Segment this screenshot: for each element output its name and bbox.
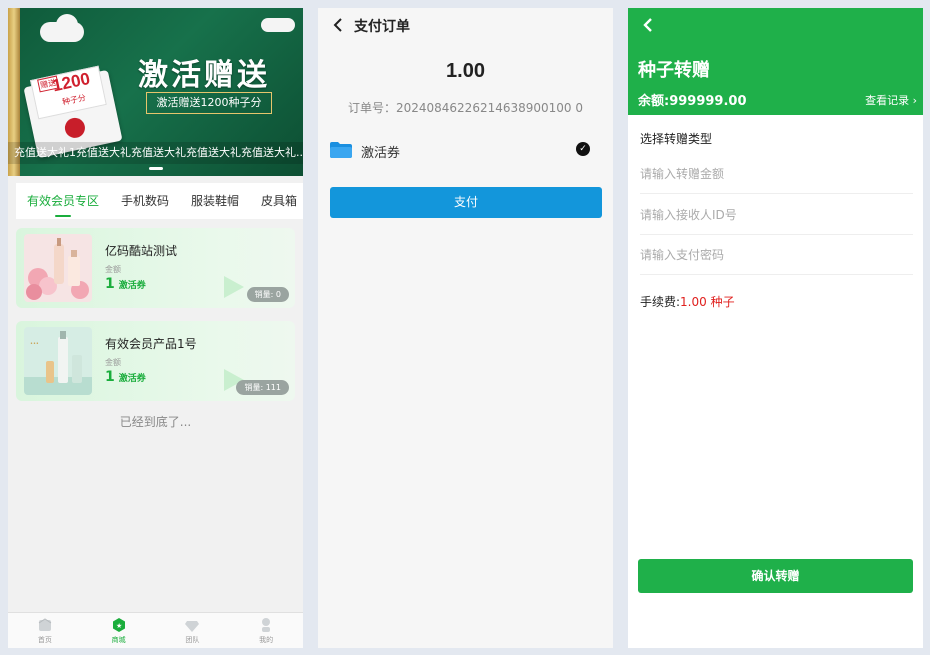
back-arrow-icon[interactable] [640,16,656,34]
balance-text: 余额:999999.00 [638,94,747,109]
order-number: 订单号：20240846226214638900100 0 [347,101,584,115]
tabbar-item-home[interactable]: 首页 [8,613,82,648]
tabbar-label: 商城 [111,635,126,644]
tabbar-item-team[interactable]: 团队 [156,613,230,648]
announcement-marquee: 充值送大礼1充值送大礼充值送大礼充值送大礼充值送大礼... [8,142,303,164]
shop-icon: ★ [111,617,127,633]
promo-banner[interactable]: 赠送 1200 种子分 激活赠送 激活赠送1200种子分 充值送大礼1充值送大礼… [8,8,303,176]
product-image [24,234,92,302]
folder-icon [330,142,352,158]
fee-text: 手续费:1.00 种子 [640,293,735,310]
cloud-decoration [261,18,295,32]
cloud-decoration [56,14,78,36]
page-title: 支付订单 [354,19,410,35]
price-value: 1 [105,369,115,385]
product-amount-label: 金额 [105,265,121,274]
banner-title: 激活赠送 [138,58,270,93]
svg-text:★: ★ [116,622,122,630]
view-records-link[interactable]: 查看记录 › [865,92,917,108]
receiver-id-input[interactable]: 请输入接收人ID号 [640,195,913,235]
envelope-card: 赠送 1200 种子分 [30,65,107,120]
product-amount-label: 金额 [105,358,121,367]
tabbar-label: 我的 [259,635,274,644]
shop-panel: 赠送 1200 种子分 激活赠送 激活赠送1200种子分 充值送大礼1充值送大礼… [8,8,303,648]
payment-panel: 支付订单 1.00 订单号：20240846226214638900100 0 … [318,8,613,648]
team-icon [184,617,200,633]
tabbar-item-shop[interactable]: ★ 商城 [82,613,156,648]
transfer-header: 种子转赠 余额:999999.00 查看记录 › [628,8,923,115]
profile-icon [258,617,274,633]
product-image: ••• [24,327,92,395]
wax-seal-icon [63,116,87,140]
product-card[interactable]: ••• 有效会员产品1号 金额 1 激活券 销量: 111 [16,321,295,401]
tab-apparel[interactable]: 服装鞋帽 [180,183,250,219]
back-arrow-icon[interactable] [330,16,348,34]
svg-text:•••: ••• [30,341,39,347]
payment-amount: 1.00 [446,60,485,82]
price-unit: 激活券 [118,281,146,291]
payment-header: 支付订单 [318,8,613,44]
view-records-label: 查看记录 [865,94,910,107]
payment-method-label: 激活券 [361,146,401,161]
fee-label: 手续费: [640,295,681,309]
decorative-arrow [224,276,244,298]
payment-method-option[interactable]: 激活券 ✓ [330,138,590,162]
tabbar-label: 首页 [37,635,52,644]
product-name: 亿码酷站测试 [105,244,178,258]
check-icon[interactable]: ✓ [576,142,590,156]
end-of-list-text: 已经到底了... [119,415,192,429]
sales-badge: 销量: 0 [246,287,289,302]
envelope-number: 1200 [50,68,92,96]
product-price: 1 激活券 [105,276,146,292]
tab-vip-zone[interactable]: 有效会员专区 [16,183,110,219]
fee-value: 1.00 种子 [680,295,735,309]
transfer-panel: 种子转赠 余额:999999.00 查看记录 › 选择转赠类型 请输入转赠金额 … [628,8,923,648]
tabbar-item-profile[interactable]: 我的 [229,613,303,648]
banner-subtitle: 激活赠送1200种子分 [146,92,272,114]
tab-digital[interactable]: 手机数码 [110,183,180,219]
product-price: 1 激活券 [105,369,146,385]
transfer-type-selector[interactable]: 选择转赠类型 [640,130,712,147]
envelope-sub: 种子分 [61,93,87,107]
sales-badge: 销量: 111 [236,380,289,395]
pay-password-input[interactable]: 请输入支付密码 [640,235,913,275]
tabbar-label: 团队 [185,635,200,644]
product-name: 有效会员产品1号 [105,337,197,351]
page-title: 种子转赠 [638,60,710,81]
price-unit: 激活券 [118,374,146,384]
category-tabs: 有效会员专区 手机数码 服装鞋帽 皮具箱 [16,183,303,219]
confirm-transfer-button[interactable]: 确认转赠 [638,559,913,593]
tab-luggage[interactable]: 皮具箱 [250,183,303,219]
home-icon [37,617,53,633]
product-card[interactable]: 亿码酷站测试 金额 1 激活券 销量: 0 [16,228,295,308]
bottom-tab-bar: 首页 ★ 商城 团队 我的 [8,612,303,648]
amount-input[interactable]: 请输入转赠金额 [640,154,913,194]
price-value: 1 [105,276,115,292]
carousel-indicator[interactable] [149,167,163,170]
pay-button[interactable]: 支付 [330,187,602,218]
chevron-right-icon: › [912,94,917,107]
